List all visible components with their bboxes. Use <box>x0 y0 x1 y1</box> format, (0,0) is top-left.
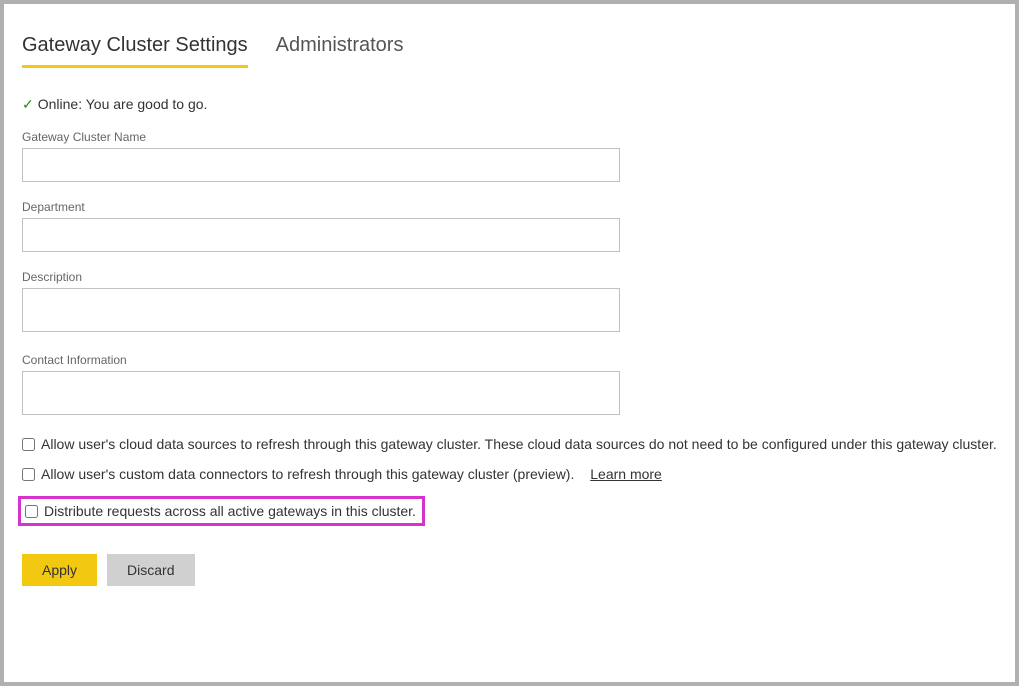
checkbox-allow-custom[interactable] <box>22 468 35 481</box>
label-contact-information: Contact Information <box>22 353 997 367</box>
status-row: ✓ Online: You are good to go. <box>22 96 997 112</box>
input-gateway-cluster-name[interactable] <box>22 148 620 182</box>
tab-bar: Gateway Cluster Settings Administrators <box>22 34 997 68</box>
field-description: Description <box>22 270 997 335</box>
checkbox-label-allow-cloud: Allow user's cloud data sources to refre… <box>41 436 997 452</box>
settings-panel: Gateway Cluster Settings Administrators … <box>4 4 1015 682</box>
apply-button[interactable]: Apply <box>22 554 97 586</box>
checkbox-label-distribute: Distribute requests across all active ga… <box>44 503 416 519</box>
checkbox-allow-cloud[interactable] <box>22 438 35 451</box>
checkbox-row-distribute: Distribute requests across all active ga… <box>18 496 425 526</box>
label-department: Department <box>22 200 997 214</box>
checkbox-distribute[interactable] <box>25 505 38 518</box>
tab-administrators[interactable]: Administrators <box>276 34 404 68</box>
checkbox-row-allow-custom: Allow user's custom data connectors to r… <box>22 466 997 482</box>
input-description[interactable] <box>22 288 620 332</box>
check-icon: ✓ <box>22 97 34 111</box>
field-gateway-cluster-name: Gateway Cluster Name <box>22 130 997 182</box>
tab-gateway-cluster-settings[interactable]: Gateway Cluster Settings <box>22 34 248 68</box>
learn-more-link[interactable]: Learn more <box>590 466 662 482</box>
checkbox-label-allow-custom: Allow user's custom data connectors to r… <box>41 466 574 482</box>
field-department: Department <box>22 200 997 252</box>
input-contact-information[interactable] <box>22 371 620 415</box>
field-contact-information: Contact Information <box>22 353 997 418</box>
status-text: Online: You are good to go. <box>38 96 208 112</box>
input-department[interactable] <box>22 218 620 252</box>
label-description: Description <box>22 270 997 284</box>
button-row: Apply Discard <box>22 554 997 586</box>
discard-button[interactable]: Discard <box>107 554 194 586</box>
checkbox-row-allow-cloud: Allow user's cloud data sources to refre… <box>22 436 997 452</box>
label-gateway-cluster-name: Gateway Cluster Name <box>22 130 997 144</box>
